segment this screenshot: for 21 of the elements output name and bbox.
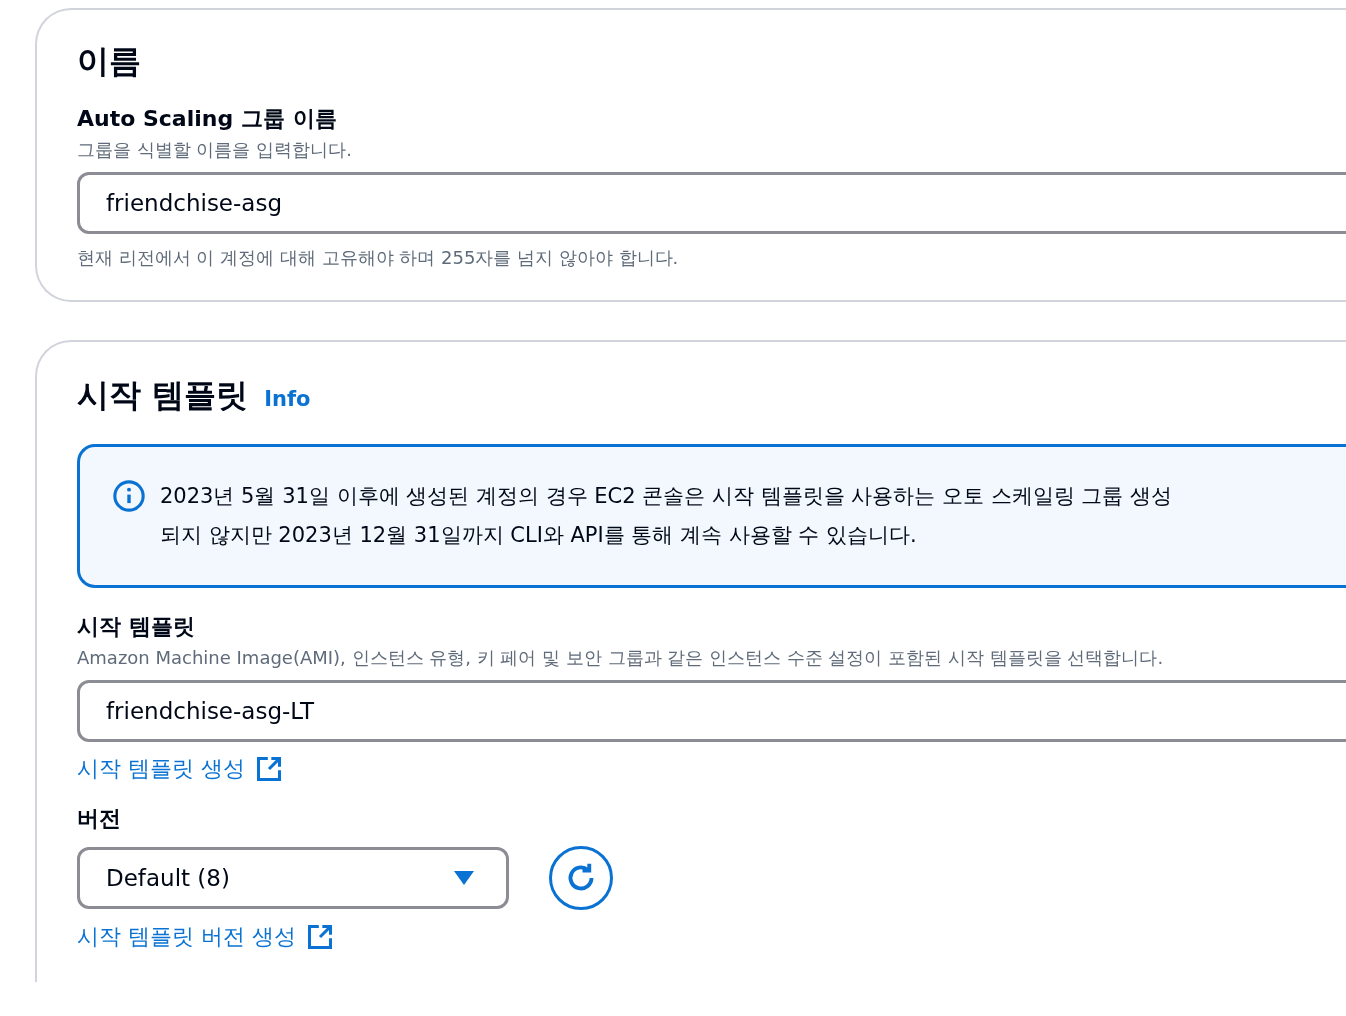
external-link-icon [255, 755, 283, 783]
alert-text: 되지 않지만 2023년 12월 31일까지 CLI와 API를 통해 계속 사용할 수 있습니다. [160, 522, 918, 549]
field-description: Amazon Machine Image(AMI), 인스턴스 유형, 키 페어 및 보안 그룹과 같은 인스턴스 수준 설정이 포함된 시작 템플릿을 선택합니다. [77, 646, 1165, 670]
constraint-text: 현재 리전에서 이 계정에 대해 고유해야 하며 255자를 넘지 않아야 합니다. [77, 246, 680, 270]
version-dropdown[interactable]: Default (8) [77, 847, 509, 909]
name-input-field[interactable]: friendchise-asg [77, 172, 1346, 234]
create-version-link[interactable]: 시작 템플릿 버전 생성 [77, 922, 334, 952]
section-title: 시작 템플릿 [77, 375, 249, 416]
info-icon [112, 479, 146, 513]
field-description: 그룹을 식별할 이름을 입력합니다. [77, 138, 353, 162]
external-link-icon [306, 923, 334, 951]
section-title: 이름 [77, 41, 142, 82]
info-link[interactable]: Info [264, 387, 311, 411]
create-template-link[interactable]: 시작 템플릿 생성 [77, 754, 283, 784]
alert-text: 2023년 5월 31일 이후에 생성된 계정의 경우 EC2 콘솔은 시작 템플릿을 사용하는 오토 스케일링 그룹 생성 [160, 483, 1172, 510]
refresh-button[interactable] [549, 846, 613, 910]
field-label: Auto Scaling 그룹 이름 [77, 105, 338, 133]
field-label: 버전 [77, 805, 122, 833]
caret-icon [454, 871, 474, 885]
field-label: 시작 템플릿 [77, 613, 196, 641]
template-input-field[interactable]: friendchise-asg-LT [77, 680, 1346, 742]
